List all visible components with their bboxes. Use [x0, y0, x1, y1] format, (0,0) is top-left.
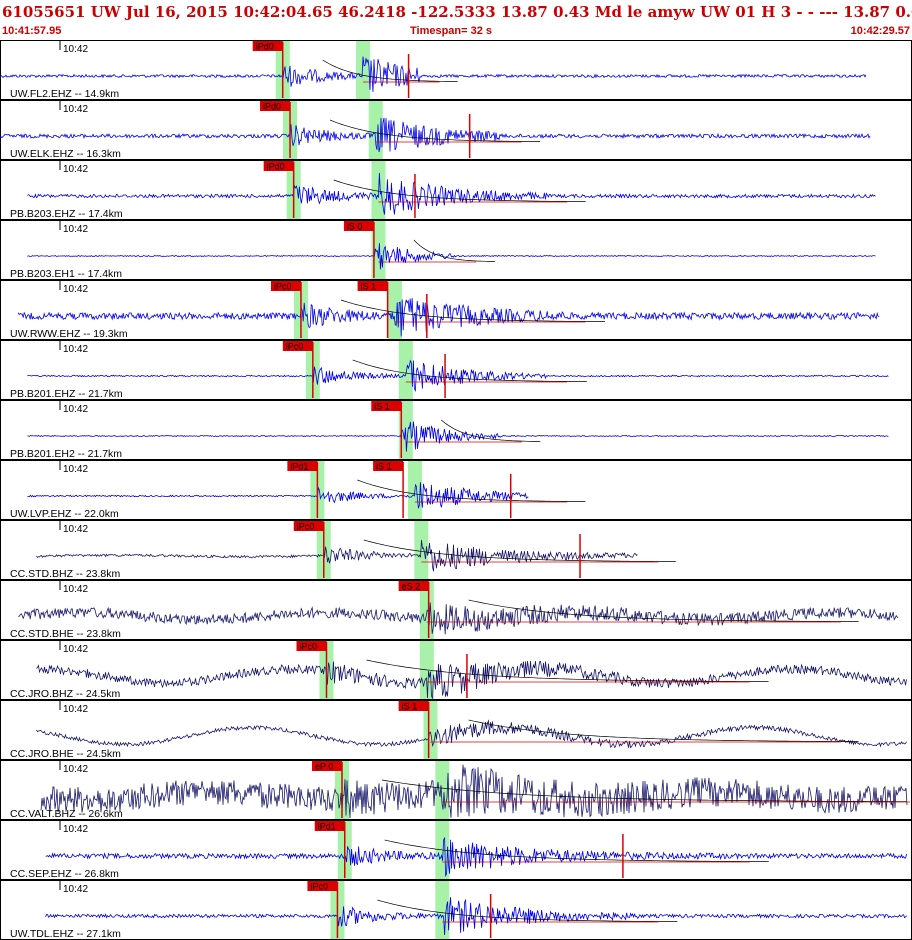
trace-panel[interactable]: 10:42 iPc0 CC.STD.BHZ -- 23.8km — [0, 520, 912, 580]
panel-frame — [0, 880, 912, 940]
trace-panel[interactable]: 10:42 iPc0 PB.B201.EHZ -- 21.7km — [0, 340, 912, 400]
phase-pick-label: iS 1 — [402, 702, 418, 712]
phase-pick-label: iPc0 — [297, 522, 315, 532]
time-tick-label: 10:42 — [63, 464, 88, 475]
station-label: UW.RWW.EHZ -- 19.3km — [10, 328, 128, 340]
phase-pick-label: iS 0 — [347, 222, 363, 232]
phase-pick-label: iS 1 — [361, 282, 377, 292]
phase-pick-label: iPd0 — [256, 42, 274, 52]
time-tick-label: 10:42 — [63, 584, 88, 595]
s-window-highlight — [398, 341, 413, 399]
phase-pick-label: eS 2 — [402, 582, 421, 592]
waveform-panels[interactable]: 10:42 iPd0 UW.FL2.EHZ -- 14.9km 10:42 iPd0 UW… — [0, 40, 912, 940]
panel-frame — [0, 280, 912, 340]
s-window-highlight — [435, 881, 450, 939]
end-time: 10:42:29.57 — [850, 25, 910, 37]
station-label: PB.B203.EH1 -- 17.4km — [10, 268, 122, 280]
trace-panel[interactable]: 10:42 iPd0 UW.ELK.EHZ -- 16.3km — [0, 100, 912, 160]
time-tick-label: 10:42 — [63, 44, 88, 55]
station-label: CC.SEP.EHZ -- 26.8km — [10, 868, 119, 880]
time-tick-label: 10:42 — [63, 404, 88, 415]
station-label: PB.B203.EHZ -- 17.4km — [10, 208, 123, 220]
phase-pick-label: eP 0 — [315, 762, 333, 772]
panel-frame — [0, 520, 912, 580]
station-label: UW.ELK.EHZ -- 16.3km — [10, 148, 121, 160]
panel-frame — [0, 820, 912, 880]
panel-frame — [0, 100, 912, 160]
trace-panel[interactable]: 10:42 iPd0 UW.FL2.EHZ -- 14.9km — [0, 40, 912, 100]
trace-panel[interactable]: 10:42 iPd0 PB.B203.EHZ -- 17.4km — [0, 160, 912, 220]
phase-pick-label: iPc0 — [274, 282, 292, 292]
phase-pick-label: iPc0 — [299, 642, 317, 652]
phase-pick-label: iPd1 — [290, 462, 308, 472]
panel-frame — [0, 700, 912, 760]
time-tick-label: 10:42 — [63, 644, 88, 655]
trace-panel[interactable]: 10:42 iS 0 PB.B203.EH1 -- 17.4km — [0, 220, 912, 280]
station-label: CC.STD.BHZ -- 23.8km — [10, 568, 121, 580]
time-tick-label: 10:42 — [63, 884, 88, 895]
station-label: UW.TDL.EHZ -- 27.1km — [10, 928, 121, 940]
time-tick-label: 10:42 — [63, 824, 88, 835]
time-tick-label: 10:42 — [63, 164, 88, 175]
phase-pick-label: iS 1 — [376, 462, 392, 472]
start-time: 10:41:57.95 — [2, 25, 62, 37]
phase-pick-label: iPc0 — [286, 342, 304, 352]
time-tick-label: 10:42 — [63, 224, 88, 235]
trace-panel[interactable]: 10:42 eS 2 CC.STD.BHE -- 23.8km — [0, 580, 912, 640]
panel-frame — [0, 40, 912, 100]
panel-frame — [0, 460, 912, 520]
time-tick-label: 10:42 — [63, 704, 88, 715]
station-label: UW.LVP.EHZ -- 22.0km — [10, 508, 119, 520]
trace-panel[interactable]: 10:42 iPc0 UW.TDL.EHZ -- 27.1km — [0, 880, 912, 940]
phase-pick-label: iPc0 — [310, 882, 328, 892]
s-window-highlight — [355, 41, 370, 99]
station-label: CC.JRO.BHZ -- 24.5km — [10, 688, 121, 700]
trace-panel[interactable]: 10:42 eP 0 CC.VALT.BHZ -- 26.6km — [0, 760, 912, 820]
phase-pick-label: iS 1 — [374, 402, 390, 412]
phase-pick-label: iPd0 — [263, 102, 281, 112]
trace-panel[interactable]: 10:42 iPc0 CC.JRO.BHZ -- 24.5km — [0, 640, 912, 700]
time-tick-label: 10:42 — [63, 104, 88, 115]
trace-panel[interactable]: 10:42 iPc0 iS 1 UW.RWW.EHZ -- 19.3km — [0, 280, 912, 340]
time-tick-label: 10:42 — [63, 524, 88, 535]
trace-panel[interactable]: 10:42 iPd1 CC.SEP.EHZ -- 26.8km — [0, 820, 912, 880]
panel-frame — [0, 220, 912, 280]
station-label: CC.JRO.BHE -- 24.5km — [10, 748, 121, 760]
s-window-highlight — [387, 281, 402, 339]
station-label: UW.FL2.EHZ -- 14.9km — [10, 88, 119, 100]
time-tick-label: 10:42 — [63, 764, 88, 775]
phase-pick-label: iPd0 — [267, 162, 285, 172]
station-label: PB.B201.EH2 -- 21.7km — [10, 448, 122, 460]
station-label: CC.STD.BHE -- 23.8km — [10, 628, 121, 640]
phase-pick-label: iPd1 — [318, 822, 336, 832]
trace-panel[interactable]: 10:42 iPd1 iS 1 UW.LVP.EHZ -- 22.0km — [0, 460, 912, 520]
station-label: PB.B201.EHZ -- 21.7km — [10, 388, 123, 400]
timespan-label: Timespan= 32 s — [410, 25, 493, 37]
trace-panel[interactable]: 10:42 iS 1 CC.JRO.BHE -- 24.5km — [0, 700, 912, 760]
time-tick-label: 10:42 — [63, 344, 88, 355]
time-tick-label: 10:42 — [63, 284, 88, 295]
station-label: CC.VALT.BHZ -- 26.6km — [10, 808, 123, 820]
trace-panel[interactable]: 10:42 iS 1 PB.B201.EH2 -- 21.7km — [0, 400, 912, 460]
event-summary-line: 61055651 UW Jul 16, 2015 10:42:04.65 46.… — [2, 3, 912, 21]
event-header: 61055651 UW Jul 16, 2015 10:42:04.65 46.… — [0, 0, 912, 40]
